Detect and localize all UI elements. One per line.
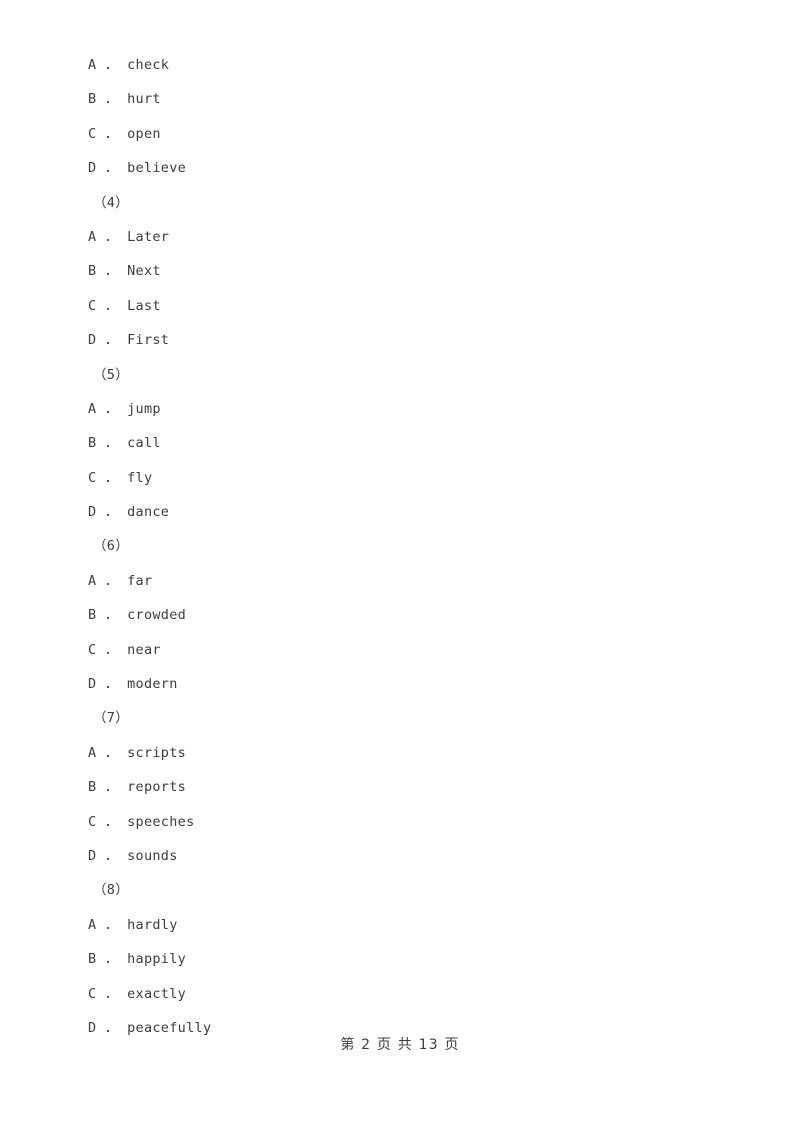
answer-option[interactable]: A ． scripts	[0, 736, 800, 770]
option-text: speeches	[127, 813, 195, 830]
option-separator: ．	[96, 91, 128, 108]
answer-option[interactable]: A ． Later	[0, 220, 800, 254]
question-block: （8） A ． hardly B ． happily C ． exactly D ． p…	[0, 873, 800, 1045]
page-footer: 第 2 页 共 13 页	[340, 1037, 460, 1053]
answer-option[interactable]: D ． sounds	[0, 839, 800, 873]
question-number: （5）	[93, 366, 130, 383]
option-text: First	[127, 332, 170, 349]
option-text: hardly	[127, 916, 178, 933]
question-block: （7） A ． scripts B ． reports C ． speeches D ．…	[0, 701, 800, 873]
option-text: exactly	[127, 985, 187, 1002]
option-text: Last	[127, 297, 161, 314]
question-number: （4）	[93, 194, 130, 211]
answer-option[interactable]: B ． crowded	[0, 598, 800, 632]
option-separator: ．	[96, 57, 128, 73]
option-text: call	[127, 435, 161, 452]
question-block: （4） A ． Later B ． Next C ． Last D ． First	[0, 186, 800, 358]
option-separator: ．	[96, 263, 128, 280]
option-separator: ．	[96, 985, 128, 1002]
option-text: crowded	[127, 607, 187, 624]
option-separator: ．	[96, 951, 128, 968]
option-text: near	[127, 641, 161, 658]
question-options-list: A ． check B ． hurt C ． open D ． believe （4） A…	[0, 48, 800, 1045]
option-text: dance	[127, 504, 170, 521]
answer-option[interactable]: C ． near	[0, 633, 800, 667]
answer-option[interactable]: A ． far	[0, 564, 800, 598]
answer-option[interactable]: B ． reports	[0, 770, 800, 804]
question-number: （6）	[93, 538, 130, 555]
question-number: （7）	[93, 710, 130, 727]
answer-option[interactable]: B ． hurt	[0, 82, 800, 116]
question-block: （5） A ． jump B ． call C ． fly D ． dance	[0, 358, 800, 530]
option-separator: ．	[96, 297, 128, 314]
answer-option[interactable]: D ． believe	[0, 151, 800, 185]
option-separator: ．	[96, 607, 128, 624]
answer-option[interactable]: C ． fly	[0, 461, 800, 495]
option-separator: ．	[96, 779, 128, 796]
question-block: （6） A ． far B ． crowded C ． near D ． modern	[0, 529, 800, 701]
option-separator: ．	[96, 160, 128, 177]
option-text: reports	[127, 779, 187, 796]
option-separator: ．	[96, 813, 128, 830]
option-separator: ．	[96, 916, 128, 933]
option-text: open	[127, 125, 161, 142]
option-separator: ．	[96, 504, 128, 521]
option-text: far	[127, 572, 153, 589]
option-separator: ．	[96, 435, 128, 452]
answer-option[interactable]: A ． check	[0, 48, 800, 82]
answer-option[interactable]: C ． exactly	[0, 977, 800, 1011]
option-separator: ．	[96, 744, 128, 761]
option-text: sounds	[127, 847, 178, 864]
option-separator: ．	[96, 400, 128, 417]
option-text: Later	[127, 228, 170, 245]
answer-option[interactable]: B ． call	[0, 426, 800, 460]
option-separator: ．	[96, 332, 128, 349]
answer-option[interactable]: B ． Next	[0, 254, 800, 288]
answer-option[interactable]: A ． hardly	[0, 908, 800, 942]
answer-option[interactable]: C ． speeches	[0, 805, 800, 839]
option-separator: ．	[96, 572, 128, 589]
option-text: happily	[127, 951, 187, 968]
answer-option[interactable]: B ． happily	[0, 942, 800, 976]
option-text: modern	[127, 676, 178, 693]
question-number: （8）	[93, 882, 130, 899]
option-text: scripts	[127, 744, 187, 761]
answer-option[interactable]: D ． modern	[0, 667, 800, 701]
answer-option[interactable]: D ． First	[0, 323, 800, 357]
answer-option[interactable]: C ． Last	[0, 289, 800, 323]
option-separator: ．	[96, 641, 128, 658]
option-separator: ．	[96, 228, 128, 245]
option-separator: ．	[96, 676, 128, 693]
option-text: believe	[127, 160, 187, 177]
option-text: Next	[127, 263, 161, 280]
option-text: fly	[127, 469, 153, 486]
answer-option[interactable]: D ． dance	[0, 495, 800, 529]
document-page: A ． check B ． hurt C ． open D ． believe （4） A…	[0, 0, 800, 1132]
option-separator: ．	[96, 469, 128, 486]
answer-option[interactable]: C ． open	[0, 117, 800, 151]
option-text: check	[127, 57, 170, 73]
option-text: jump	[127, 400, 161, 417]
option-text: hurt	[127, 91, 161, 108]
answer-option[interactable]: A ． jump	[0, 392, 800, 426]
option-separator: ．	[96, 847, 128, 864]
question-block: A ． check B ． hurt C ． open D ． believe	[0, 48, 800, 186]
option-separator: ．	[96, 125, 128, 142]
